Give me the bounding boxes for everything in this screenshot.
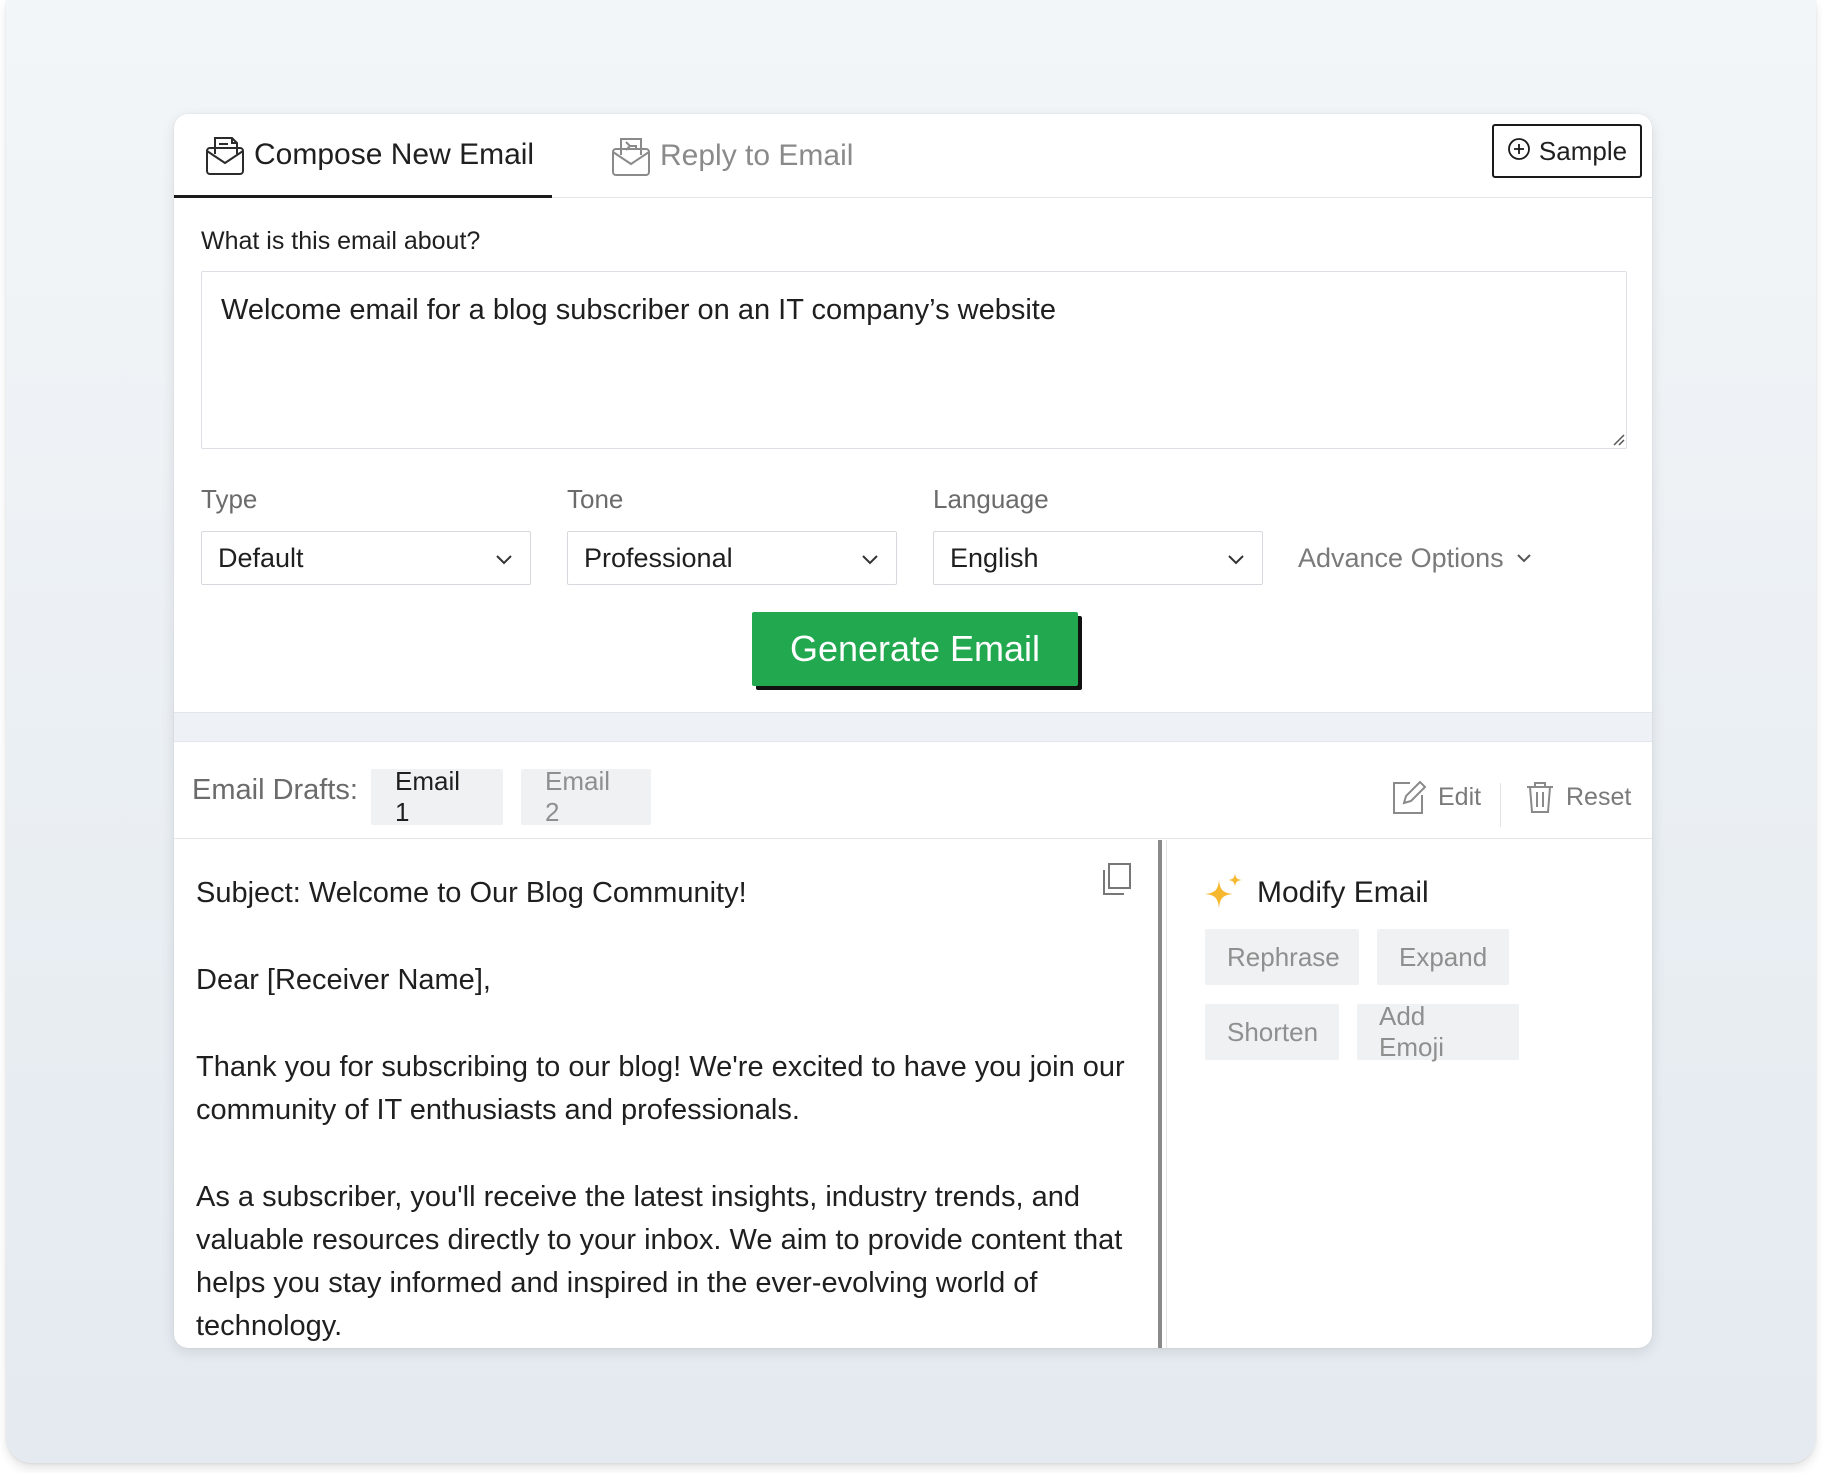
tone-select-value: Professional: [584, 542, 733, 573]
email-draft-text: Subject: Welcome to Our Blog Community! …: [196, 872, 1136, 1348]
tab-compose-new-email[interactable]: Compose New Email: [174, 114, 552, 198]
email-subject: Subject: Welcome to Our Blog Community!: [196, 877, 747, 909]
prompt-question-label: What is this email about?: [201, 227, 481, 255]
shorten-label: Shorten: [1227, 1016, 1319, 1047]
add-emoji-label: Add Emoji: [1379, 1001, 1445, 1062]
draft-tab-label: Email 2: [545, 766, 611, 827]
tone-label: Tone: [567, 484, 624, 514]
tab-reply-to-email[interactable]: Reply to Email: [608, 114, 868, 198]
email-drafts-label: Email Drafts:: [192, 774, 358, 806]
copy-icon[interactable]: [1100, 862, 1132, 896]
reset-label: Reset: [1566, 782, 1632, 811]
toolbar-separator: [1500, 783, 1501, 827]
tone-select[interactable]: Professional: [567, 531, 897, 585]
mode-tabs: Compose New Email Reply to Email Sample: [174, 114, 1652, 198]
edit-button[interactable]: Edit: [1388, 769, 1481, 825]
email-draft-body[interactable]: Subject: Welcome to Our Blog Community! …: [174, 840, 1162, 1348]
rephrase-button[interactable]: Rephrase: [1205, 929, 1359, 985]
language-label: Language: [933, 484, 1049, 514]
reset-button[interactable]: Reset: [1524, 769, 1631, 825]
generate-email-button[interactable]: Generate Email: [752, 612, 1078, 686]
type-select[interactable]: Default: [201, 531, 531, 585]
edit-icon: [1393, 780, 1427, 814]
language-select[interactable]: English: [933, 531, 1263, 585]
rephrase-label: Rephrase: [1227, 941, 1340, 972]
email-topic-textarea[interactable]: Welcome email for a blog subscriber on a…: [201, 271, 1627, 449]
expand-button[interactable]: Expand: [1377, 929, 1509, 985]
advance-options-label: Advance Options: [1298, 542, 1504, 573]
chevron-down-icon: [862, 555, 878, 565]
plus-circle-icon: [1507, 137, 1531, 166]
add-emoji-button[interactable]: Add Emoji: [1357, 1001, 1519, 1062]
section-divider: [174, 712, 1652, 742]
draft-tab-email-2[interactable]: Email 2: [521, 766, 651, 827]
advance-options-toggle[interactable]: Advance Options: [1298, 531, 1534, 585]
tab-reply-label: Reply to Email: [660, 139, 854, 172]
drafts-toolbar: Email Drafts: Email 1 Email 2 Edit Reset: [174, 743, 1652, 839]
tab-compose-label: Compose New Email: [254, 137, 535, 171]
chevron-down-icon: [1516, 554, 1531, 563]
resize-grip-icon[interactable]: [1611, 432, 1625, 446]
compose-email-icon: [202, 132, 248, 178]
edit-label: Edit: [1438, 782, 1482, 811]
modify-email-panel: Modify Email Rephrase Expand Shorten Add…: [1166, 840, 1652, 1348]
type-label: Type: [201, 484, 258, 514]
expand-label: Expand: [1399, 941, 1488, 972]
shorten-button[interactable]: Shorten: [1205, 1004, 1339, 1060]
chevron-down-icon: [496, 555, 512, 565]
trash-icon: [1527, 782, 1553, 813]
email-paragraph-2: As a subscriber, you'll receive the late…: [196, 1181, 1123, 1342]
modify-email-title: Modify Email: [1257, 876, 1429, 909]
email-paragraph-1: Thank you for subscribing to our blog! W…: [196, 1051, 1125, 1126]
sample-button[interactable]: Sample: [1492, 124, 1642, 178]
sparkle-icon: [1205, 873, 1242, 908]
email-generator-card: Compose New Email Reply to Email Sample …: [174, 114, 1652, 1348]
draft-tab-email-1[interactable]: Email 1: [371, 766, 503, 827]
chevron-down-icon: [1228, 555, 1244, 565]
reply-email-icon: [608, 133, 654, 179]
email-greeting: Dear [Receiver Name],: [196, 964, 491, 996]
sample-button-label: Sample: [1538, 135, 1628, 166]
draft-tab-label: Email 1: [395, 766, 461, 827]
type-select-value: Default: [218, 542, 304, 573]
language-select-value: English: [950, 542, 1039, 573]
